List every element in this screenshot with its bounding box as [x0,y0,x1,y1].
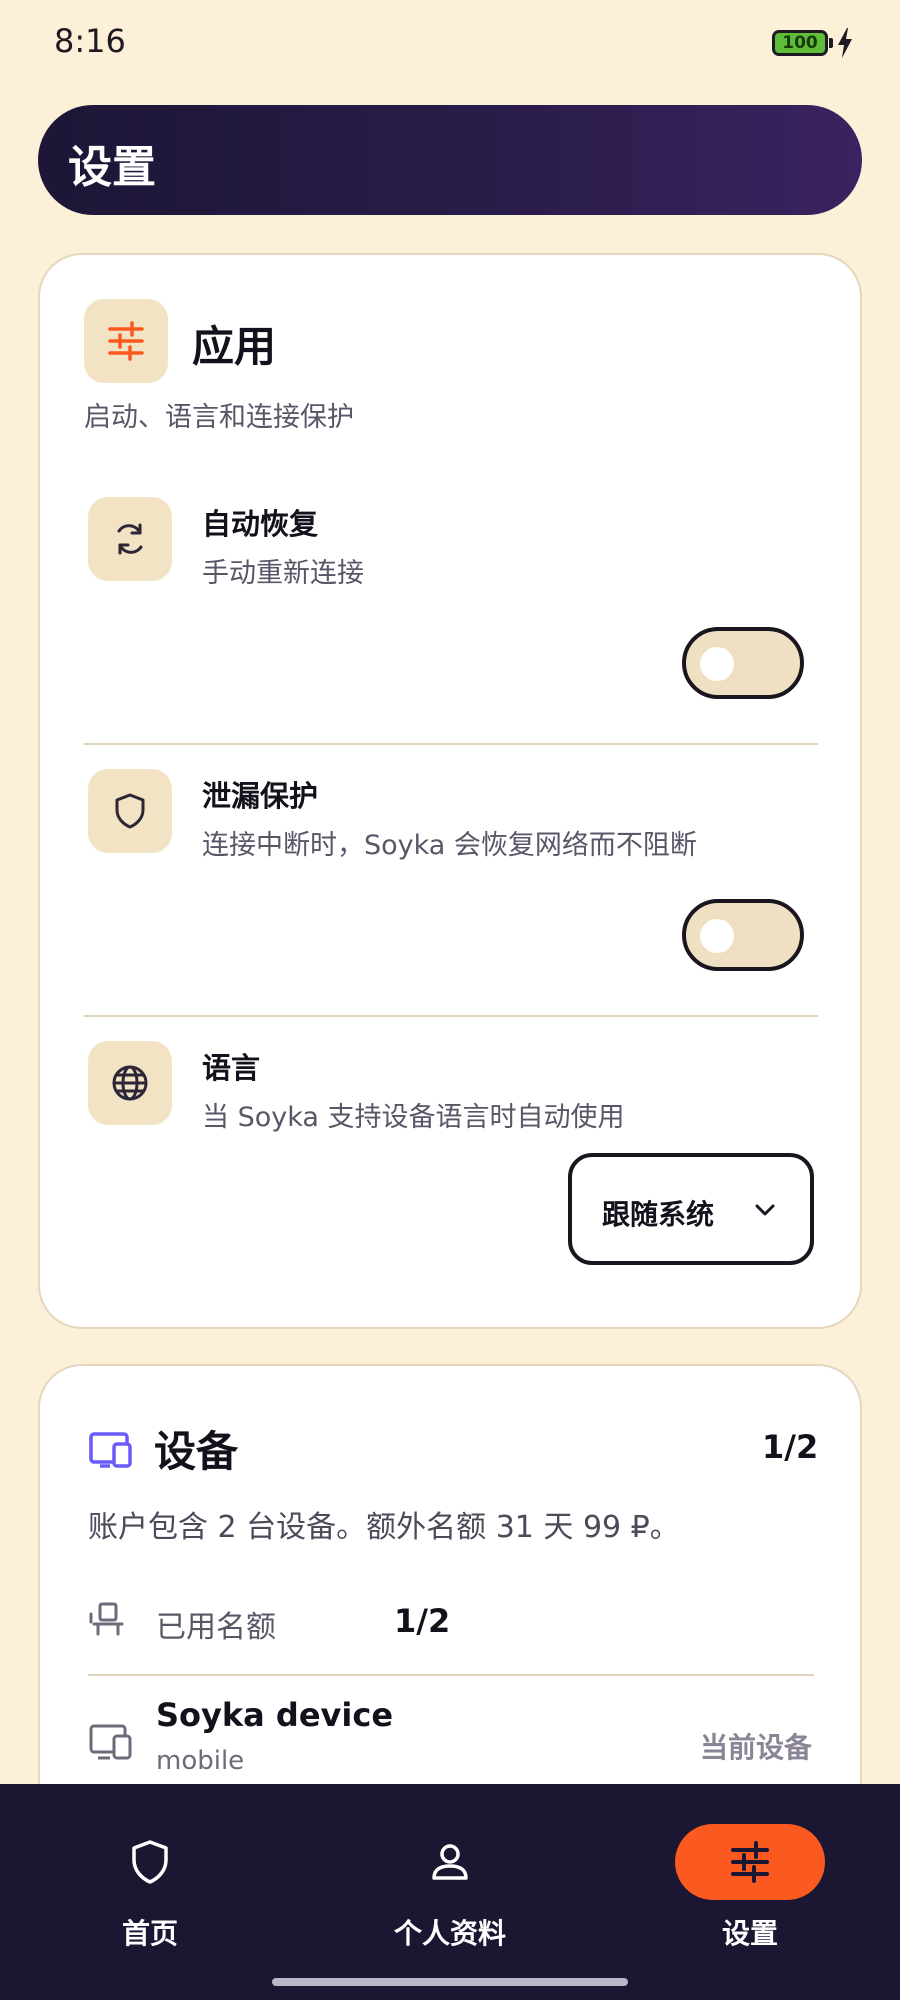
nav-home-label: 首页 [121,1917,178,1950]
page-title: 设置 [68,142,156,193]
auto-recovery-icon-box [88,497,172,581]
auto-recovery-desc: 手动重新连接 [202,558,364,589]
seat-icon [89,1602,124,1636]
divider [84,1015,818,1017]
app-settings-card: 应用 启动、语言和连接保护 自动恢复 手动重新连接 泄漏保护 连接中断时，Soy… [38,253,862,1329]
nav-settings-label: 设置 [721,1917,778,1950]
devices-desc: 账户包含 2 台设备。额外名额 31 天 99 ₽。 [88,1510,680,1545]
nav-settings-icon-wrap [675,1824,825,1900]
language-icon-box [88,1041,172,1125]
language-select[interactable]: 跟随系统 [568,1153,814,1265]
auto-recovery-title: 自动恢复 [202,507,319,541]
leak-protection-title: 泄漏保护 [202,779,319,813]
nav-home-icon-wrap [75,1824,225,1900]
app-section-subtitle: 启动、语言和连接保护 [84,402,354,433]
used-slots-value: 1/2 [394,1602,451,1640]
leak-protection-desc: 连接中断时，Soyka 会恢复网络而不阻断 [202,830,697,861]
leak-protection-toggle[interactable] [682,899,804,971]
toggle-knob [700,919,734,953]
sliders-icon [731,1841,769,1883]
status-bar: 8:16 100 [0,0,900,90]
sliders-icon [108,321,144,361]
app-section-title: 应用 [192,322,277,371]
status-time: 8:16 [54,22,126,60]
divider [84,743,818,745]
device-name: Soyka device [156,1696,394,1734]
current-device-badge: 当前设备 [700,1731,813,1764]
nav-profile-label: 个人资料 [393,1917,506,1950]
device-icon [89,1724,132,1760]
divider [88,1674,814,1676]
battery-tip [829,38,833,48]
page-header: 设置 [38,105,862,215]
devices-icon [89,1432,132,1468]
shield-icon [115,793,145,829]
language-desc: 当 Soyka 支持设备语言时自动使用 [202,1102,625,1133]
chevron-down-icon [755,1204,775,1216]
shield-icon [132,1840,168,1884]
devices-count: 1/2 [762,1428,819,1466]
bottom-nav: 首页 个人资料 设置 [0,1784,900,2000]
app-section-icon-box [84,299,168,383]
nav-profile[interactable]: 个人资料 [300,1784,600,1950]
leak-protection-icon-box [88,769,172,853]
nav-profile-icon-wrap [375,1824,525,1900]
charging-bolt-icon [838,28,852,58]
nav-settings[interactable]: 设置 [600,1784,900,1950]
devices-title: 设备 [154,1427,239,1476]
language-select-value: 跟随系统 [602,1198,715,1231]
home-indicator [272,1978,628,1986]
battery-icon: 100 [772,30,828,56]
globe-icon [112,1065,148,1101]
battery-level: 100 [782,33,818,53]
device-type: mobile [156,1746,245,1776]
person-icon [432,1844,468,1880]
auto-recovery-toggle[interactable] [682,627,804,699]
device-row[interactable]: Soyka device mobile 当前设备 [88,1696,818,1796]
toggle-knob [700,647,734,681]
used-slots-label: 已用名额 [156,1610,276,1645]
language-title: 语言 [202,1051,261,1085]
nav-home[interactable]: 首页 [0,1784,300,1950]
refresh-icon [117,523,143,555]
